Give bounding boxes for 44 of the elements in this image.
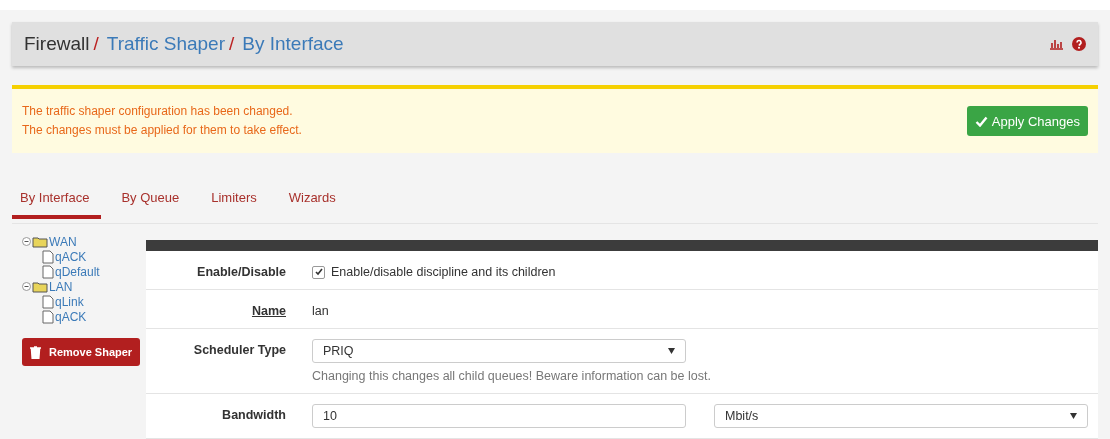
folder-icon — [32, 280, 48, 293]
breadcrumb-item[interactable]: By Interface — [242, 33, 344, 55]
breadcrumb-item: Firewall — [24, 33, 90, 55]
collapse-icon[interactable] — [22, 282, 31, 291]
bandwidth-field[interactable]: 10 — [312, 404, 686, 428]
alert-text: The traffic shaper configuration has been changed. — [22, 103, 294, 120]
dropdown-caret-icon — [1070, 413, 1077, 419]
dropdown-caret-icon — [668, 348, 675, 354]
field-label: Scheduler Type — [192, 342, 286, 359]
collapse-icon[interactable] — [22, 237, 31, 246]
checkbox[interactable] — [312, 265, 325, 279]
bar-chart-icon[interactable] — [1049, 38, 1064, 50]
tree-item[interactable]: qDefault — [55, 264, 100, 279]
apply-changes-button[interactable]: Apply Changes — [966, 106, 1088, 136]
breadcrumb-separator: / — [229, 33, 235, 55]
tab[interactable]: Limiters — [203, 179, 269, 219]
tree-item[interactable]: qACK — [55, 249, 87, 264]
checkbox-label: Enable/disable discipline and its children — [331, 265, 556, 279]
name-value: lan — [312, 303, 330, 318]
tree-item[interactable]: qACK — [55, 309, 87, 324]
alert-text: The changes must be applied for them to take effect. — [22, 122, 302, 139]
field-label: Bandwidth — [221, 407, 286, 424]
tree-item[interactable]: LAN — [49, 279, 73, 294]
tab[interactable]: By Interface — [12, 179, 102, 219]
scheduler-select[interactable]: PRIQ — [312, 339, 686, 363]
tab[interactable]: Wizards — [280, 179, 348, 219]
check-icon — [974, 115, 988, 127]
unit-select[interactable]: Mbit/s — [714, 404, 1088, 428]
tree-item[interactable]: qLink — [55, 294, 84, 309]
tab[interactable]: By Queue — [113, 179, 192, 219]
breadcrumb-item[interactable]: Traffic Shaper — [106, 33, 225, 55]
field-label: Enable/Disable — [196, 264, 286, 279]
breadcrumb-separator: / — [93, 33, 99, 55]
trash-icon — [30, 345, 41, 359]
help-icon[interactable] — [1072, 37, 1086, 51]
field-label: Name — [250, 303, 286, 318]
file-icon — [42, 264, 54, 279]
folder-icon — [32, 235, 48, 248]
file-icon — [42, 309, 54, 324]
file-icon — [42, 294, 54, 309]
help-text: Changing this changes all child queues! Beware information can be lost. — [312, 369, 712, 383]
remove-shaper-button[interactable]: Remove Shaper — [22, 338, 141, 366]
tree-item[interactable]: WAN — [49, 234, 77, 249]
file-icon — [42, 249, 54, 264]
